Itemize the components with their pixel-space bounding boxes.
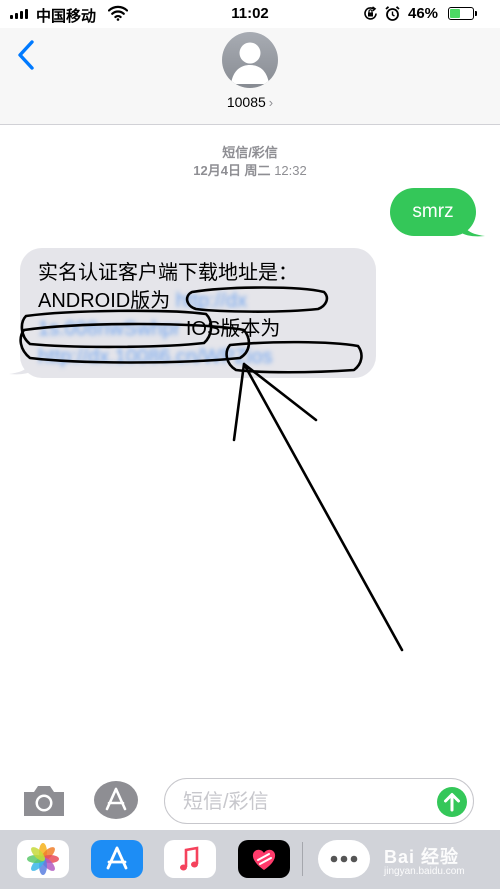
- battery-level-fill: [450, 9, 460, 18]
- music-icon: [180, 846, 199, 871]
- contact-name-button[interactable]: 10085 ›: [0, 94, 500, 110]
- message-line-android: ANDROID版为 http://dx: [38, 287, 362, 315]
- more-icon: [330, 855, 358, 863]
- outgoing-message-text: smrz: [412, 201, 454, 222]
- battery-percent: 46%: [408, 5, 439, 22]
- digital-touch-app-button[interactable]: [238, 840, 290, 878]
- incoming-message-bubble[interactable]: 实名认证客户端下载地址是： ANDROID版为 http://dx 1s.008…: [20, 248, 376, 378]
- ios-label: IOS版本为: [185, 318, 281, 340]
- ios-link-redacted[interactable]: http://dx.10086.cn/WPZios: [38, 346, 273, 368]
- contact-number: 10085: [226, 94, 266, 110]
- app-store-icon: [106, 846, 128, 870]
- message-service-label: 短信/彩信: [222, 145, 278, 160]
- android-link-redacted[interactable]: http://dx: [176, 290, 247, 312]
- battery-icon: [448, 7, 474, 20]
- chevron-right-icon: ›: [268, 95, 274, 110]
- orientation-lock-icon: [364, 6, 377, 20]
- battery-tip: [475, 11, 477, 16]
- message-line-ios-link: http://dx.10086.cn/WPZios: [38, 343, 362, 371]
- person-silhouette-icon: [231, 42, 269, 84]
- drawer-divider: [302, 842, 303, 876]
- message-line-download-title: 实名认证客户端下载地址是：: [38, 262, 298, 284]
- hand-drawn-annotation: [19, 286, 404, 652]
- photos-app-button[interactable]: [17, 840, 69, 878]
- music-app-button[interactable]: [164, 840, 216, 878]
- outgoing-bubble-tail: [460, 214, 485, 237]
- back-button[interactable]: [12, 38, 42, 72]
- android-label: ANDROID版为: [38, 290, 171, 312]
- send-arrow-icon: [444, 793, 460, 812]
- message-date: 12月4日 周二: [193, 163, 271, 178]
- photos-icon: [27, 843, 59, 875]
- more-apps-button[interactable]: [318, 840, 370, 878]
- app-store-app-button[interactable]: [91, 840, 143, 878]
- avatar[interactable]: [222, 32, 278, 88]
- send-button[interactable]: [437, 787, 467, 817]
- watermark-url: jingyan.baidu.com: [384, 866, 465, 877]
- message-input[interactable]: [181, 789, 425, 815]
- message-time: 12:32: [274, 163, 307, 178]
- message-input-field[interactable]: [164, 778, 474, 824]
- message-line-ios: 1s.008nwSwhpr IOS版本为: [38, 315, 362, 343]
- android-link-redacted-cont[interactable]: 1s.008nwSwhpr: [38, 318, 180, 340]
- alarm-icon: [385, 6, 400, 21]
- status-bar: 中国移动 11:02 46%: [0, 0, 500, 28]
- digital-touch-icon: [252, 849, 276, 870]
- message-timestamp: 12月4日 周二 12:32: [0, 160, 500, 179]
- camera-button[interactable]: [20, 780, 68, 820]
- annotation-arrow: [232, 362, 404, 652]
- app-store-icon[interactable]: [92, 780, 140, 820]
- conversation-header: 10085 ›: [0, 28, 500, 125]
